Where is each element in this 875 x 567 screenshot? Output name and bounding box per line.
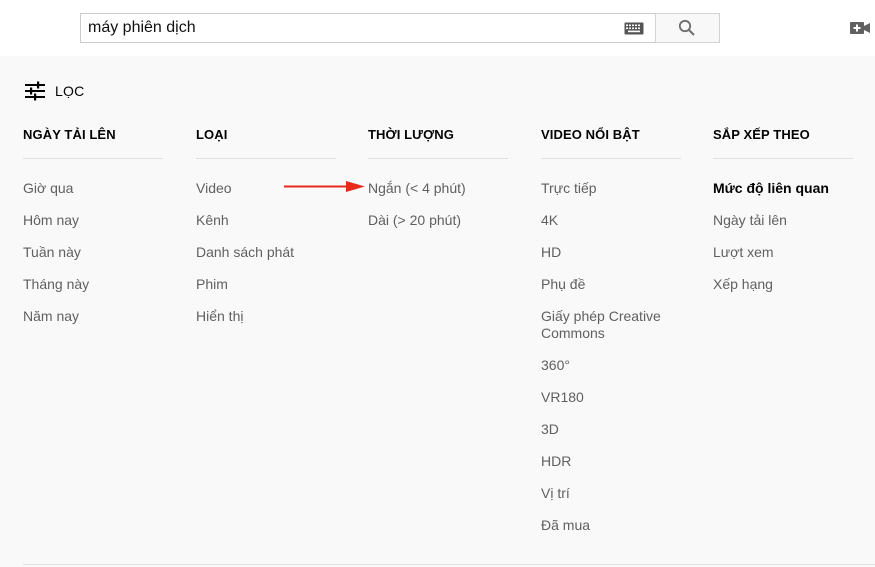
column-title: NGÀY TẢI LÊN xyxy=(23,127,116,142)
filter-option[interactable]: Trực tiếp xyxy=(541,180,681,197)
filter-option[interactable]: Ngày tải lên xyxy=(713,212,853,229)
filter-option[interactable]: Tháng này xyxy=(23,276,163,293)
filter-option[interactable]: 360° xyxy=(541,357,681,374)
divider xyxy=(368,158,508,159)
annotation-arrow xyxy=(284,181,365,192)
filter-icon xyxy=(25,81,45,101)
filter-option[interactable]: Giờ qua xyxy=(23,180,163,197)
filter-column-type: LOẠI Video Kênh Danh sách phát Phim Hiển… xyxy=(196,127,336,340)
search-button[interactable] xyxy=(655,13,720,43)
filter-option[interactable]: HD xyxy=(541,244,681,261)
filter-column-features: VIDEO NỔI BẬT Trực tiếp 4K HD Phụ đề Giấ… xyxy=(541,127,681,549)
filter-option[interactable]: Ngắn (< 4 phút) xyxy=(368,180,508,197)
filter-option[interactable]: Tuần này xyxy=(23,244,163,261)
masthead: máy phiên dịch xyxy=(0,0,875,56)
filter-option[interactable]: Hôm nay xyxy=(23,212,163,229)
filter-option[interactable]: Lượt xem xyxy=(713,244,853,261)
column-title: THỜI LƯỢNG xyxy=(368,127,454,142)
filter-option[interactable]: Danh sách phát xyxy=(196,244,336,261)
divider xyxy=(23,158,163,159)
filter-option[interactable]: Dài (> 20 phút) xyxy=(368,212,508,229)
filter-option[interactable]: Giấy phép Creative Commons xyxy=(541,308,681,342)
filter-option[interactable]: Đã mua xyxy=(541,517,681,534)
search-query[interactable]: máy phiên dịch xyxy=(88,19,196,37)
divider xyxy=(23,564,875,565)
filter-option[interactable]: Kênh xyxy=(196,212,336,229)
filter-option[interactable]: Xếp hạng xyxy=(713,276,853,293)
filter-label: LỌC xyxy=(55,83,85,99)
filter-option[interactable]: Hiển thị xyxy=(196,308,336,325)
divider xyxy=(541,158,681,159)
divider xyxy=(196,158,336,159)
filter-option[interactable]: 3D xyxy=(541,421,681,438)
filter-column-upload-date: NGÀY TẢI LÊN Giờ qua Hôm nay Tuần này Th… xyxy=(23,127,163,340)
filter-option[interactable]: Năm nay xyxy=(23,308,163,325)
column-title: LOẠI xyxy=(196,127,228,142)
filter-column-duration: THỜI LƯỢNG Ngắn (< 4 phút) Dài (> 20 phú… xyxy=(368,127,508,244)
column-title: SẮP XẾP THEO xyxy=(713,127,810,142)
filter-option[interactable]: Vị trí xyxy=(541,485,681,502)
column-title: VIDEO NỔI BẬT xyxy=(541,127,640,142)
divider xyxy=(713,158,853,159)
filter-option[interactable]: VR180 xyxy=(541,389,681,406)
keyboard-icon[interactable] xyxy=(624,22,644,35)
filter-option[interactable]: 4K xyxy=(541,212,681,229)
filter-option-selected[interactable]: Mức độ liên quan xyxy=(713,180,853,197)
filter-option[interactable]: Phụ đề xyxy=(541,276,681,293)
filter-column-sort-by: SẮP XẾP THEO Mức độ liên quan Ngày tải l… xyxy=(713,127,853,308)
search-icon xyxy=(678,19,695,36)
search-input[interactable]: máy phiên dịch xyxy=(80,13,656,43)
create-video-icon[interactable] xyxy=(850,19,870,37)
filter-option[interactable]: HDR xyxy=(541,453,681,470)
filter-option[interactable]: Phim xyxy=(196,276,336,293)
